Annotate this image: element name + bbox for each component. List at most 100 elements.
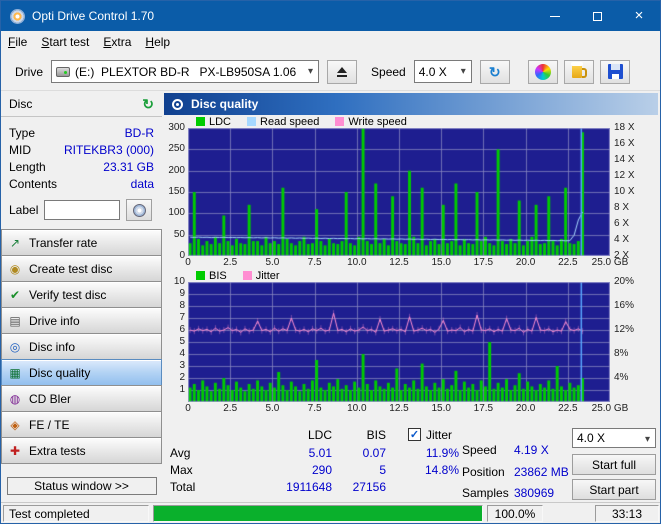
disc-refresh-icon[interactable] xyxy=(142,97,154,111)
status-window-button[interactable]: Status window >> xyxy=(6,477,157,495)
disc-info-value: BD-R xyxy=(124,125,154,140)
sidebar-item-label: Disc info xyxy=(29,339,76,354)
disc-quality-icon xyxy=(172,98,183,110)
axis-tick-label: 12% xyxy=(614,324,635,335)
legend-jitter: Jitter xyxy=(242,270,280,282)
sidebar-item-label: Create test disc xyxy=(29,261,113,276)
position-stat-label: Position xyxy=(462,465,505,479)
total-ldc-value: 1911648 xyxy=(286,480,332,494)
avg-jitter-value: 11.9% xyxy=(425,446,459,460)
axis-tick-label: 50 xyxy=(173,228,185,240)
titlebar: Opti Drive Control 1.70 xyxy=(1,1,660,31)
axis-tick-label: 3 xyxy=(179,360,185,371)
sidebar-item-label: Disc quality xyxy=(29,365,91,380)
legend-read-speed: Read speed xyxy=(247,116,319,128)
edit-label-button[interactable] xyxy=(126,199,153,221)
sidebar-item-extra-tests[interactable]: ✚ Extra tests xyxy=(1,437,162,464)
jitter-checkbox[interactable]: ✓ xyxy=(408,428,421,441)
axis-tick-label: 17.5 xyxy=(473,257,494,268)
axis-tick-label: 0 xyxy=(185,403,191,414)
eject-button[interactable] xyxy=(327,59,358,84)
menu-item-extra[interactable]: Extra xyxy=(96,31,138,53)
axis-tick-label: 6 xyxy=(179,324,185,335)
disc-quality-icon: ▦ xyxy=(9,365,21,380)
chart1-left-axis: 300 250 200 150 100 50 0 xyxy=(162,123,188,261)
chart1-legend: LDC Read speed Write speed xyxy=(196,115,660,128)
disc-info-value: data xyxy=(130,176,154,191)
speed-stat-label: Speed xyxy=(462,443,497,457)
axis-tick-label: 7.5 xyxy=(307,403,322,414)
axis-tick-label: 18 X xyxy=(614,122,635,133)
color-settings-button[interactable] xyxy=(528,59,558,84)
legend-label: Write speed xyxy=(348,115,407,128)
avg-row-label: Avg xyxy=(170,446,191,460)
sidebar-item-verify-test-disc[interactable]: ✔ Verify test disc xyxy=(1,281,162,308)
bis-column-header: BIS xyxy=(366,428,386,442)
color-wheel-icon xyxy=(535,63,551,80)
close-button[interactable] xyxy=(618,1,660,31)
scan-speed-select[interactable]: 4.0 X xyxy=(572,428,656,448)
cd-icon xyxy=(132,203,146,217)
menu-item-help[interactable]: Help xyxy=(138,31,177,53)
donate-button[interactable] xyxy=(564,59,594,84)
axis-tick-label: 7.5 xyxy=(307,257,322,268)
menubar: File Start test Extra Help xyxy=(1,31,660,53)
axis-tick-label: 4 X xyxy=(614,234,630,245)
axis-tick-label: 6 X xyxy=(614,218,630,229)
drive-select[interactable]: (E:) PLEXTOR BD-R PX-LB950SA 1.06 xyxy=(51,60,320,83)
axis-tick-label: 2 xyxy=(179,372,185,383)
menu-item-file[interactable]: File xyxy=(1,31,34,53)
panel-title: Disc quality xyxy=(191,97,259,111)
label-input[interactable] xyxy=(44,200,121,220)
legend-ldc: LDC xyxy=(196,116,231,128)
legend-swatch-ldc xyxy=(196,117,205,126)
progress-percent: 100.0% xyxy=(487,505,543,522)
sidebar-item-create-test-disc[interactable]: ◉ Create test disc xyxy=(1,255,162,282)
sidebar-item-disc-info[interactable]: ◎ Disc info xyxy=(1,333,162,360)
axis-tick-label: 22.5 xyxy=(558,257,578,268)
start-part-button[interactable]: Start part xyxy=(572,479,656,500)
menu-item-start-test[interactable]: Start test xyxy=(34,31,96,53)
save-button[interactable] xyxy=(600,59,630,84)
axis-tick-label: 5.0 xyxy=(265,403,280,414)
sidebar-item-label: CD Bler xyxy=(29,391,72,406)
axis-tick-label: 8% xyxy=(614,348,629,359)
sidebar-item-cd-bler[interactable]: ◍ CD Bler xyxy=(1,385,162,412)
disc-info-value: RITEKBR3 (000) xyxy=(63,142,154,157)
axis-tick-label: 5.0 xyxy=(265,257,280,268)
disc-info-label: Type xyxy=(9,125,36,140)
sidebar-item-fe-te[interactable]: ◈ FE / TE xyxy=(1,411,162,438)
cd-bler-icon: ◍ xyxy=(9,391,21,406)
legend-label: LDC xyxy=(209,115,232,128)
sidebar-item-label: Verify test disc xyxy=(29,287,107,302)
sidebar-item-drive-info[interactable]: ▤ Drive info xyxy=(1,307,162,334)
toolbar: Drive (E:) PLEXTOR BD-R PX-LB950SA 1.06 … xyxy=(1,53,660,91)
axis-tick-label: 300 xyxy=(168,122,185,133)
max-ldc-value: 290 xyxy=(311,463,332,477)
avg-ldc-value: 5.01 xyxy=(308,446,332,460)
sidebar-item-disc-quality[interactable]: ▦ Disc quality xyxy=(1,359,162,386)
minimize-button[interactable] xyxy=(534,1,576,31)
progress-fill xyxy=(154,506,482,521)
maximize-button[interactable] xyxy=(576,1,618,31)
axis-tick-label: 14 X xyxy=(614,154,635,165)
refresh-button[interactable] xyxy=(479,59,510,84)
samples-stat-value: 380969 xyxy=(514,486,555,500)
sidebar-item-label: Transfer rate xyxy=(29,235,98,250)
axis-tick-label: 20% xyxy=(614,276,635,287)
axis-tick-label: 12.5 xyxy=(389,403,409,414)
axis-tick-label: 2.5 xyxy=(223,403,238,414)
drive-info-icon: ▤ xyxy=(9,313,21,328)
sidebar-item-label: FE / TE xyxy=(29,417,70,432)
start-full-button[interactable]: Start full xyxy=(572,454,656,475)
status-message: Test completed xyxy=(3,505,149,522)
axis-tick-label: 12 X xyxy=(614,170,635,181)
sidebar-item-transfer-rate[interactable]: ↗ Transfer rate xyxy=(1,229,162,256)
axis-tick-label: 1 xyxy=(179,384,185,395)
legend-label: BIS xyxy=(209,269,227,282)
axis-tick-label: 0 xyxy=(179,250,185,261)
axis-tick-label: 15.0 xyxy=(431,403,451,414)
toolbar-speed-select[interactable]: 4.0 X xyxy=(413,60,472,83)
scan-speed-select-value: 4.0 X xyxy=(577,431,606,445)
axis-tick-label: 5 xyxy=(179,336,185,347)
